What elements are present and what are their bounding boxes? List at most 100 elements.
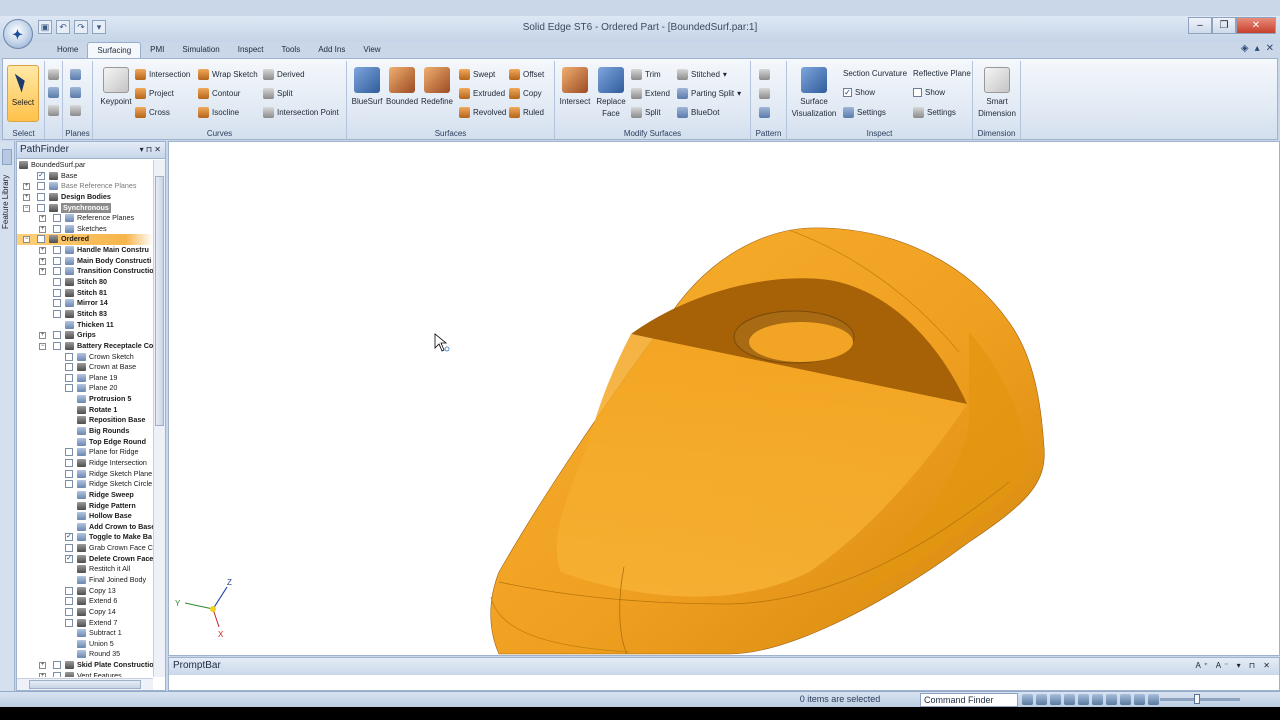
tree-item[interactable]: − Synchronous — [17, 202, 153, 214]
tree-item[interactable]: Plane for Ridge — [17, 447, 153, 458]
visibility-checkbox[interactable] — [53, 224, 61, 233]
tree-item[interactable]: ✓ Toggle to Make Ba — [17, 532, 153, 543]
tree-item[interactable]: Stitch 83 — [17, 309, 153, 320]
tree-item[interactable]: Ridge Pattern — [17, 501, 153, 512]
visibility-checkbox[interactable] — [53, 299, 61, 308]
visibility-checkbox[interactable] — [53, 288, 61, 297]
visibility-checkbox[interactable] — [65, 352, 73, 361]
select-options-icon[interactable] — [48, 105, 59, 116]
tree-item[interactable]: Crown Sketch — [17, 352, 153, 363]
tree-item[interactable]: Round 35 — [17, 649, 153, 660]
tree-item[interactable]: + Vent Features — [17, 671, 153, 677]
contour-button[interactable]: Contour — [198, 88, 240, 99]
visibility-checkbox[interactable] — [53, 214, 61, 223]
visibility-checkbox[interactable] — [65, 469, 73, 478]
tree-item[interactable]: ✓ Base — [17, 171, 153, 182]
tree-item[interactable]: ✓ Delete Crown Face — [17, 554, 153, 565]
visibility-checkbox[interactable] — [53, 278, 61, 287]
chevron-down-icon[interactable]: ▾ — [723, 70, 727, 79]
zoom-icon[interactable] — [1036, 694, 1047, 705]
tree-item[interactable]: Hollow Base — [17, 511, 153, 522]
tab-simulation[interactable]: Simulation — [173, 42, 228, 59]
tree-item[interactable]: Extend 6 — [17, 596, 153, 607]
expand-icon[interactable]: + — [39, 332, 46, 340]
tree-item[interactable]: Mirror 14 — [17, 298, 153, 309]
collapse-icon[interactable]: − — [23, 204, 30, 212]
zoom-slider[interactable] — [1160, 694, 1240, 704]
tree-item[interactable]: + Grips — [17, 330, 153, 341]
pathfinder-horizontal-scrollbar[interactable] — [17, 678, 153, 690]
tree-item[interactable]: + Reference Planes — [17, 213, 153, 224]
wrap-sketch-button[interactable]: Wrap Sketch — [198, 69, 258, 80]
ribbon-minimize-icon[interactable]: ▴ — [1255, 43, 1260, 54]
visibility-checkbox[interactable] — [65, 448, 73, 457]
visibility-checkbox[interactable] — [65, 480, 73, 489]
tree-item[interactable]: Stitch 80 — [17, 277, 153, 288]
swept-button[interactable]: Swept — [459, 69, 495, 80]
section-show-checkbox[interactable]: ✓ Show — [843, 88, 875, 97]
reflective-show-checkbox[interactable]: Show — [913, 88, 945, 97]
pathfinder-dock-tab[interactable] — [2, 149, 12, 165]
visibility-checkbox[interactable] — [37, 235, 45, 244]
revolved-button[interactable]: Revolved — [459, 107, 506, 118]
visibility-checkbox[interactable] — [65, 363, 73, 372]
prompt-bar-controls[interactable]: A⁺ A⁻ ▾ ⊓ ✕ — [1195, 658, 1273, 674]
graphics-viewport[interactable]: Z Y X — [168, 141, 1280, 656]
tab-inspect[interactable]: Inspect — [229, 42, 273, 59]
tree-item[interactable]: BoundedSurf.par — [17, 160, 153, 171]
select-button[interactable]: Select — [7, 65, 39, 122]
offset-button[interactable]: Offset — [509, 69, 544, 80]
tab-view[interactable]: View — [354, 42, 389, 59]
mirror-icon[interactable] — [759, 88, 770, 99]
tab-tools[interactable]: Tools — [273, 42, 310, 59]
expand-icon[interactable]: + — [39, 662, 46, 670]
plane-more-icon[interactable] — [70, 105, 81, 116]
tree-item[interactable]: + Base Reference Planes — [17, 181, 153, 192]
visibility-checkbox[interactable] — [37, 192, 45, 201]
surface-visualization-button[interactable]: Surface Visualization — [789, 67, 839, 120]
tree-item[interactable]: Big Rounds — [17, 426, 153, 437]
tab-add-ins[interactable]: Add Ins — [309, 42, 354, 59]
tree-item[interactable]: Plane 20 — [17, 383, 153, 394]
tree-item[interactable]: + Transition Constructio — [17, 266, 153, 277]
select-manager-icon[interactable] — [48, 87, 59, 98]
visibility-checkbox[interactable] — [65, 458, 73, 467]
extend-button[interactable]: Extend — [631, 88, 670, 99]
sketch-view-icon[interactable] — [1134, 694, 1145, 705]
tree-item[interactable]: Ridge Sketch Plane — [17, 469, 153, 480]
tree-item[interactable]: − Battery Receptacle Co — [17, 341, 153, 352]
derived-button[interactable]: Derived — [263, 69, 305, 80]
visibility-checkbox[interactable] — [53, 267, 61, 276]
minimize-icon[interactable]: – — [1188, 17, 1212, 34]
tree-item[interactable]: + Skid Plate Constructio — [17, 660, 153, 671]
tree-item[interactable]: Subtract 1 — [17, 628, 153, 639]
expand-icon[interactable]: + — [39, 215, 46, 223]
copy-button[interactable]: Copy — [509, 88, 542, 99]
isocline-button[interactable]: Isocline — [198, 107, 239, 118]
tab-pmi[interactable]: PMI — [141, 42, 173, 59]
close-icon[interactable]: ✕ — [1236, 17, 1276, 34]
visibility-checkbox[interactable]: ✓ — [37, 171, 45, 180]
command-finder-input[interactable]: Command Finder — [920, 693, 1018, 707]
intersection-point-button[interactable]: Intersection Point — [263, 107, 339, 118]
expand-icon[interactable]: + — [23, 183, 30, 191]
tree-item[interactable]: Grab Crown Face C — [17, 543, 153, 554]
tree-item[interactable]: Restitch it All — [17, 564, 153, 575]
tree-item[interactable]: − Ordered — [17, 234, 153, 246]
redefine-button[interactable]: Redefine — [419, 67, 455, 108]
view-orientation-icon[interactable] — [1092, 694, 1103, 705]
expand-icon[interactable]: + — [39, 247, 46, 255]
visibility-checkbox[interactable] — [53, 661, 61, 670]
visibility-checkbox[interactable] — [37, 203, 45, 212]
tab-surfacing[interactable]: Surfacing — [87, 42, 142, 59]
tree-item[interactable]: + Handle Main Constru — [17, 245, 153, 256]
scroll-thumb[interactable] — [155, 176, 164, 426]
pathfinder-vertical-scrollbar[interactable] — [153, 160, 165, 677]
application-button[interactable]: ✦ — [3, 19, 33, 49]
visibility-checkbox[interactable] — [53, 246, 61, 255]
parting-split-button[interactable]: Parting Split ▾ — [677, 88, 741, 99]
section-settings-button[interactable]: Settings — [843, 107, 886, 118]
tree-item[interactable]: Union 5 — [17, 639, 153, 650]
visibility-checkbox[interactable] — [65, 544, 73, 553]
tree-item[interactable]: Stitch 81 — [17, 288, 153, 299]
